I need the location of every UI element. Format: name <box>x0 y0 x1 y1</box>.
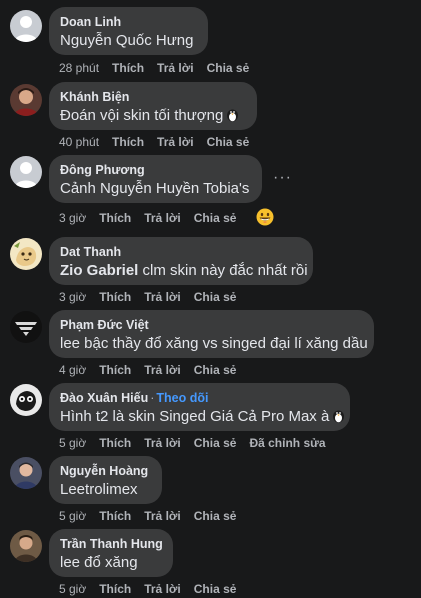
comment-bubble: Doan Linh Nguyễn Quốc Hưng <box>49 7 208 55</box>
comment-author[interactable]: Nguyễn Hoàng <box>60 463 151 479</box>
comment-text: Leetrolimex <box>60 481 138 498</box>
comment-text: lee bậc thầy đổ xăng vs singed đại lí xă… <box>60 335 368 352</box>
avatar[interactable] <box>10 84 42 116</box>
follow-link[interactable]: Theo dõi <box>156 391 208 405</box>
comment-author[interactable]: Khánh Biện <box>60 89 246 105</box>
comment-time[interactable]: 3 giờ <box>59 290 86 304</box>
comment-actions: 3 giờ Thích Trả lời Chia sẻ <box>59 211 249 225</box>
comment-actions: 40 phút Thích Trả lời Chia sẻ <box>59 135 262 149</box>
share-button[interactable]: Chia sẻ <box>194 509 237 523</box>
mention-tag[interactable]: Zio Gabriel <box>60 262 138 279</box>
comment-bubble: Đông Phương Cảnh Nguyễn Huyền Tobia's <box>49 155 262 203</box>
comment-author[interactable]: Trần Thanh Hung <box>60 536 163 552</box>
grinning-emoji-icon[interactable] <box>256 208 274 226</box>
like-button[interactable]: Thích <box>99 363 131 377</box>
comment-bubble: Dat Thanh Zio Gabriel clm skin này đắc n… <box>49 237 313 285</box>
comment-time[interactable]: 4 giờ <box>59 363 86 377</box>
comment-time[interactable]: 3 giờ <box>59 211 86 225</box>
share-button[interactable]: Chia sẻ <box>207 61 250 75</box>
share-button[interactable]: Chia sẻ <box>194 211 237 225</box>
share-button[interactable]: Chia sẻ <box>194 363 237 377</box>
comment-text: Cảnh Nguyễn Huyền Tobia's <box>60 180 250 197</box>
reply-button[interactable]: Trả lời <box>144 211 181 225</box>
reply-button[interactable]: Trả lời <box>144 290 181 304</box>
avatar[interactable] <box>10 384 42 416</box>
reply-button[interactable]: Trả lời <box>144 509 181 523</box>
like-button[interactable]: Thích <box>112 61 144 75</box>
comment-time[interactable]: 28 phút <box>59 61 99 75</box>
penguin-emoji-icon <box>332 408 345 423</box>
avatar[interactable] <box>10 156 42 188</box>
comment-bubble: Trần Thanh Hung lee đổ xăng <box>49 529 173 577</box>
reply-button[interactable]: Trả lời <box>144 582 181 596</box>
comment-text: Zio Gabriel clm skin này đắc nhất rồi <box>60 262 308 279</box>
comment-time[interactable]: 5 giờ <box>59 582 86 596</box>
like-button[interactable]: Thích <box>99 509 131 523</box>
edited-label[interactable]: Đã chỉnh sửa <box>249 436 325 450</box>
like-button[interactable]: Thích <box>112 135 144 149</box>
like-button[interactable]: Thích <box>99 436 131 450</box>
avatar[interactable] <box>10 530 42 562</box>
comment-text: Nguyễn Quốc Hưng <box>60 32 194 49</box>
comment-time[interactable]: 5 giờ <box>59 436 86 450</box>
comment-bubble: Đào Xuân Hiếu · Theo dõi Hình t2 là skin S… <box>49 383 350 431</box>
comment-actions: 28 phút Thích Trả lời Chia sẻ <box>59 61 262 75</box>
comment-author[interactable]: Đông Phương <box>60 162 251 178</box>
comment-author-line: Đào Xuân Hiếu · Theo dõi <box>60 390 339 406</box>
share-button[interactable]: Chia sẻ <box>194 290 237 304</box>
comment-actions: 3 giờ Thích Trả lời Chia sẻ <box>59 290 249 304</box>
comment-text: Hình t2 là skin Singed Giá Cả Pro Max à <box>60 407 345 427</box>
share-button[interactable]: Chia sẻ <box>207 135 250 149</box>
comment-actions: 4 giờ Thích Trả lời Chia sẻ <box>59 363 249 377</box>
author-separator: · <box>150 391 155 405</box>
comment-bubble: Khánh Biện Đoán vội skin tối thượng <box>49 82 257 130</box>
avatar[interactable] <box>10 311 42 343</box>
reply-button[interactable]: Trả lời <box>157 61 194 75</box>
avatar[interactable] <box>10 10 42 42</box>
comment-text: Đoán vội skin tối thượng <box>60 106 246 126</box>
comment-author[interactable]: Doan Linh <box>60 14 197 30</box>
comment-text: lee đổ xăng <box>60 554 138 571</box>
reply-button[interactable]: Trả lời <box>157 135 194 149</box>
like-button[interactable]: Thích <box>99 582 131 596</box>
comment-bubble: Phạm Đức Việt lee bậc thầy đổ xăng vs si… <box>49 310 374 358</box>
like-button[interactable]: Thích <box>99 211 131 225</box>
comment-author[interactable]: Dat Thanh <box>60 244 302 260</box>
comment-actions: 5 giờ Thích Trả lời Chia sẻ <box>59 509 249 523</box>
more-options-icon[interactable]: ··· <box>273 170 292 186</box>
share-button[interactable]: Chia sẻ <box>194 582 237 596</box>
like-button[interactable]: Thích <box>99 290 131 304</box>
penguin-emoji-icon <box>226 107 239 122</box>
reply-button[interactable]: Trả lời <box>144 363 181 377</box>
comment-time[interactable]: 40 phút <box>59 135 99 149</box>
share-button[interactable]: Chia sẻ <box>194 436 237 450</box>
comment-time[interactable]: 5 giờ <box>59 509 86 523</box>
comment-author[interactable]: Đào Xuân Hiếu <box>60 391 148 405</box>
comment-actions: 5 giờ Thích Trả lời Chia sẻ Đã chỉnh sửa <box>59 436 339 450</box>
reply-button[interactable]: Trả lời <box>144 436 181 450</box>
comment-actions: 5 giờ Thích Trả lời Chia sẻ <box>59 582 249 596</box>
avatar[interactable] <box>10 457 42 489</box>
avatar[interactable] <box>10 238 42 270</box>
comment-bubble: Nguyễn Hoàng Leetrolimex <box>49 456 162 504</box>
comment-author[interactable]: Phạm Đức Việt <box>60 317 363 333</box>
